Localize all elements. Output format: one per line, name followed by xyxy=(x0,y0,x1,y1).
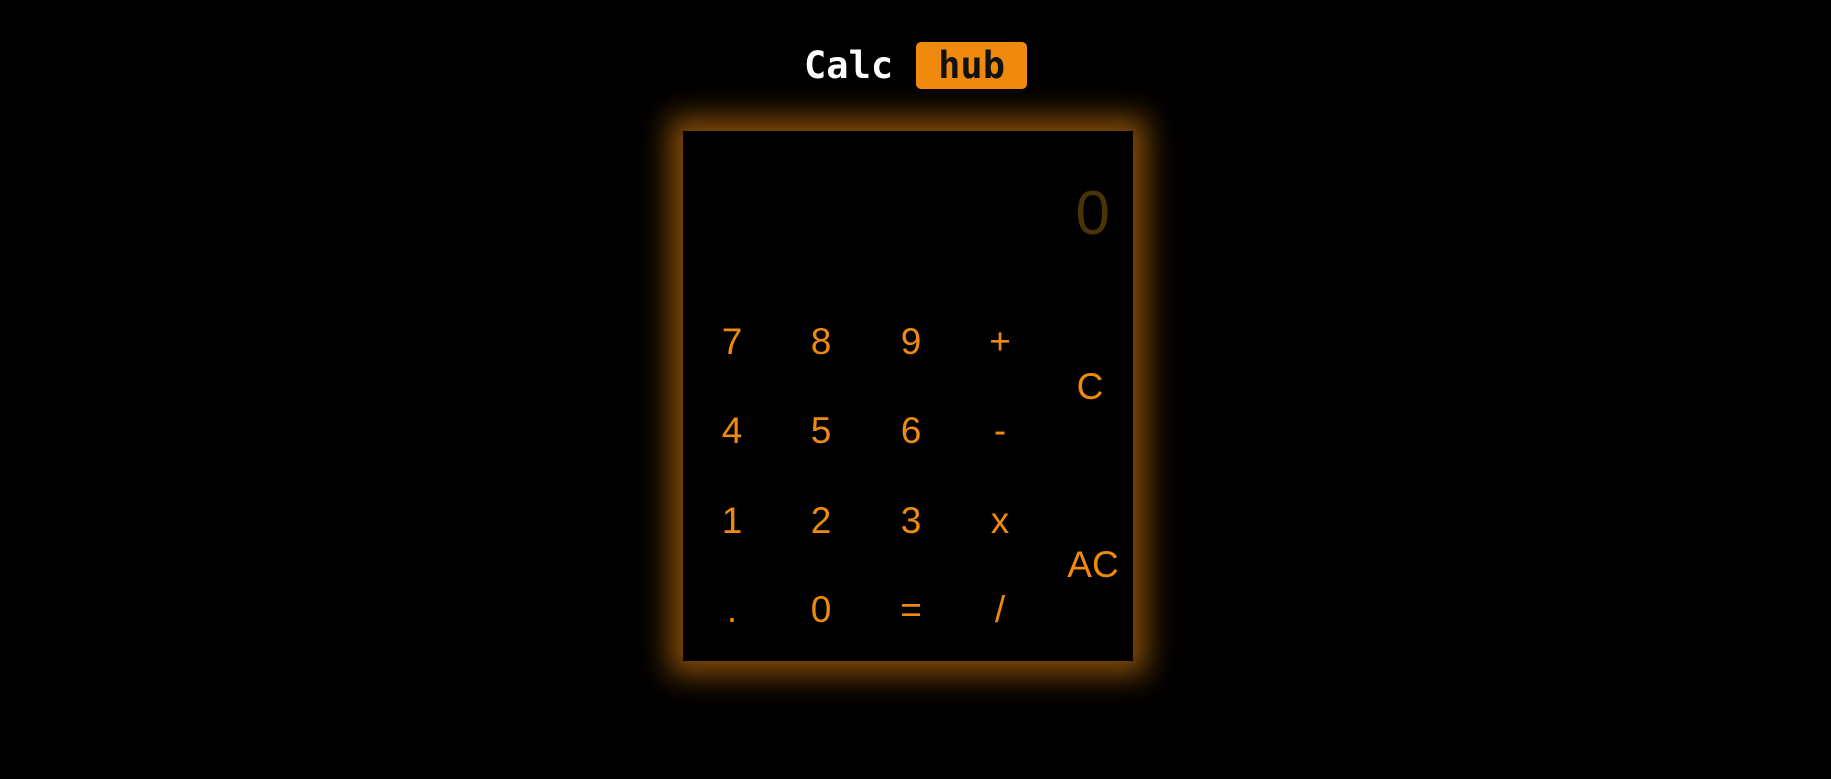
logo-text-calc: Calc xyxy=(804,44,894,87)
calculator-display: 0 xyxy=(683,131,1133,271)
key-divide[interactable]: / xyxy=(957,570,1043,650)
key-9[interactable]: 9 xyxy=(868,302,954,382)
app-logo: Calc hub xyxy=(0,42,1831,89)
key-minus[interactable]: - xyxy=(957,391,1043,471)
logo-badge-hub: hub xyxy=(916,42,1027,89)
key-equals[interactable]: = xyxy=(868,570,954,650)
key-3[interactable]: 3 xyxy=(868,481,954,561)
key-0[interactable]: 0 xyxy=(778,570,864,650)
key-multiply[interactable]: x xyxy=(957,481,1043,561)
display-value: 0 xyxy=(1075,179,1110,248)
key-decimal[interactable]: . xyxy=(689,570,775,650)
key-4[interactable]: 4 xyxy=(689,391,775,471)
key-plus[interactable]: + xyxy=(957,302,1043,382)
key-all-clear[interactable]: AC xyxy=(1050,475,1136,655)
key-5[interactable]: 5 xyxy=(778,391,864,471)
key-8[interactable]: 8 xyxy=(778,302,864,382)
key-6[interactable]: 6 xyxy=(868,391,954,471)
key-clear[interactable]: C xyxy=(1047,297,1133,477)
key-1[interactable]: 1 xyxy=(689,481,775,561)
key-7[interactable]: 7 xyxy=(689,302,775,382)
calculator: 0 7 8 9 + C 4 5 6 - 1 2 3 x AC . 0 = / xyxy=(683,131,1133,661)
key-2[interactable]: 2 xyxy=(778,481,864,561)
